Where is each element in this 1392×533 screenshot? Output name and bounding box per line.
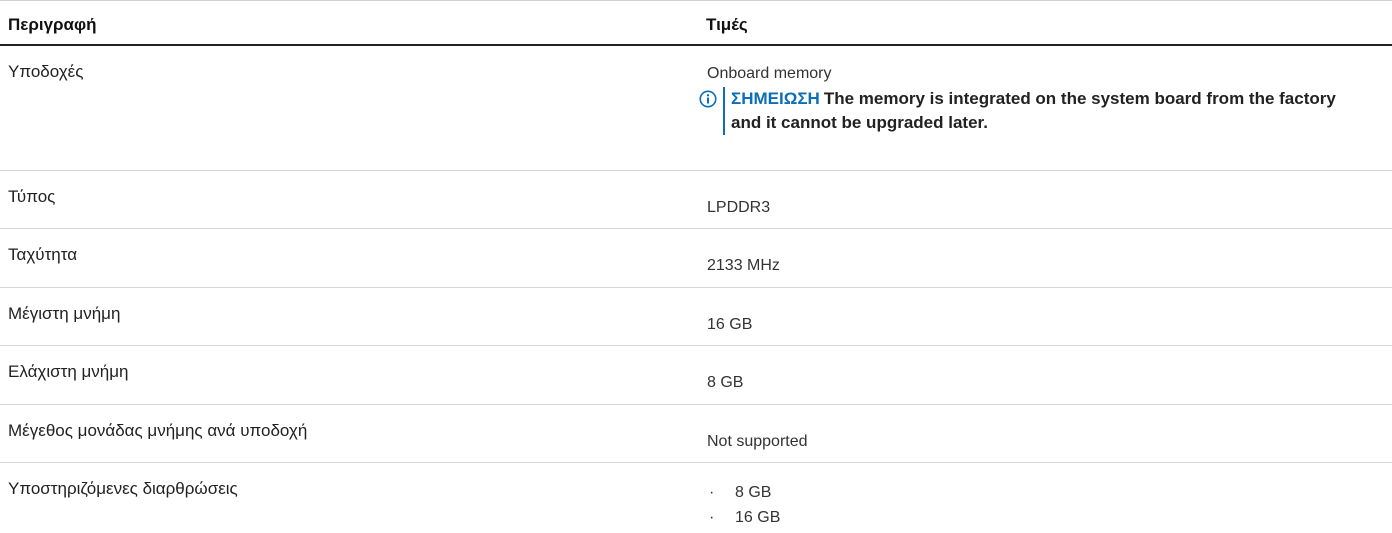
row-value: 16 GB [707, 316, 753, 333]
bullet-icon: · [709, 484, 715, 501]
row-label: Μέγιστη μνήμη [8, 304, 121, 323]
table-header-row: Περιγραφή Τιμές [0, 0, 1392, 46]
row-label: Ταχύτητα [8, 245, 78, 264]
note-body: ΣΗΜΕΙΩΣΗ The memory is integrated on the … [723, 87, 1351, 135]
value-text: Onboard memory [707, 65, 832, 82]
list-item: · 16 GB [707, 505, 780, 530]
memory-spec-table: Περιγραφή Τιμές Υποδοχές Onboard memory … [0, 0, 1392, 533]
config-list: · 8 GB · 16 GB [707, 480, 780, 530]
row-label: Τύπος [8, 187, 56, 206]
list-item-text: 8 GB [735, 484, 772, 501]
row-value: LPDDR3 [707, 199, 771, 216]
row-value: 8 GB [707, 374, 744, 391]
table-row-max-memory: Μέγιστη μνήμη 16 GB [0, 288, 1392, 346]
row-label: Ελάχιστη μνήμη [8, 362, 129, 381]
table-row-slots: Υποδοχές Onboard memory ΣΗΜΕΙΩΣΗ The memo… [0, 46, 1392, 171]
table-row-min-memory: Ελάχιστη μνήμη 8 GB [0, 346, 1392, 405]
note-text: The memory is integrated on the system b… [731, 89, 1336, 132]
row-value: 2133 MHz [707, 257, 780, 274]
row-value: Onboard memory ΣΗΜΕΙΩΣΗ The memory is int… [699, 65, 1351, 135]
row-label: Υποδοχές [8, 62, 84, 81]
row-value: Not supported [707, 433, 808, 450]
row-value: · 8 GB · 16 GB [707, 480, 780, 530]
bullet-icon: · [709, 509, 715, 526]
list-item-text: 16 GB [735, 509, 781, 526]
table-row-module-size: Μέγεθος μονάδας μνήμης ανά υποδοχή Not s… [0, 405, 1392, 463]
row-label: Υποστηριζόμενες διαρθρώσεις [8, 479, 238, 498]
row-label: Μέγεθος μονάδας μνήμης ανά υποδοχή [8, 421, 308, 440]
table-row-type: Τύπος LPDDR3 [0, 171, 1392, 229]
table-row-speed: Ταχύτητα 2133 MHz [0, 229, 1392, 288]
note-label: ΣΗΜΕΙΩΣΗ [731, 89, 820, 108]
note-block: ΣΗΜΕΙΩΣΗ The memory is integrated on the … [699, 87, 1351, 135]
info-circle-icon [699, 90, 717, 108]
header-description: Περιγραφή [8, 15, 97, 34]
list-item: · 8 GB [707, 480, 780, 505]
header-values: Τιμές [706, 15, 748, 34]
table-row-supported-configs: Υποστηριζόμενες διαρθρώσεις · 8 GB · 16 GB [0, 463, 1392, 533]
